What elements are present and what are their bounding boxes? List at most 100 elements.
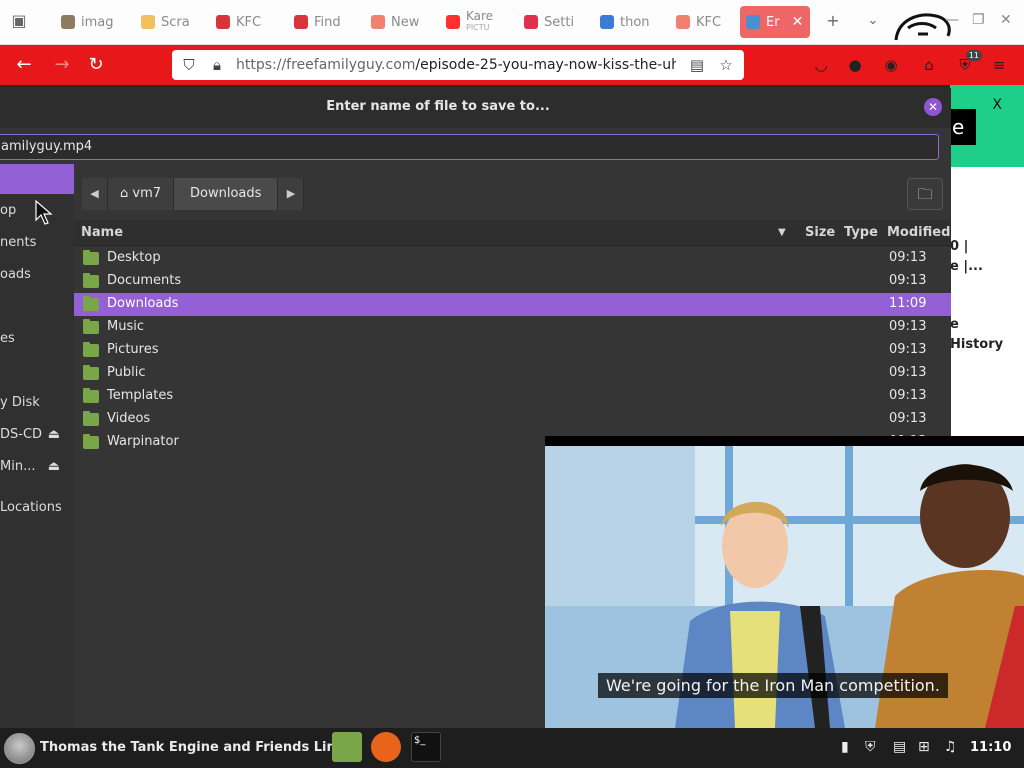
breadcrumb-current[interactable]: Downloads — [174, 178, 279, 210]
terminal-app-icon[interactable]: $_ — [411, 732, 441, 762]
notes-tray-icon[interactable]: ▤ — [893, 739, 906, 755]
browser-tab[interactable]: Setti — [518, 6, 582, 38]
dialog-title: Enter name of file to save to... — [326, 99, 550, 114]
browser-tab[interactable]: Find — [288, 6, 354, 38]
file-row[interactable]: Music 09:13 — [74, 316, 951, 339]
tab-label: New — [391, 14, 420, 30]
banner-close-icon[interactable]: X — [992, 97, 1002, 113]
extension-icon[interactable]: ◉ — [880, 54, 902, 76]
new-folder-button[interactable]: 🗀︎ — [907, 178, 943, 210]
file-row-modified: 09:13 — [889, 273, 927, 288]
file-row[interactable]: Templates 09:13 — [74, 385, 951, 408]
column-modified[interactable]: Modified — [887, 225, 950, 240]
tab-label: Kare — [466, 9, 494, 23]
mouse-cursor-icon — [35, 200, 53, 225]
tab-favicon-icon — [676, 15, 690, 29]
clipboard-icon[interactable]: ▮ — [841, 739, 849, 755]
shield-tray-icon[interactable]: ⛨ — [865, 739, 876, 755]
tab-favicon-icon — [216, 15, 230, 29]
active-window-title[interactable]: Thomas the Tank Engine and Friends Linux — [40, 740, 353, 755]
browser-tab[interactable]: New — [365, 6, 429, 38]
reader-view-icon[interactable]: ▤ — [688, 56, 706, 74]
dialog-close-button[interactable]: ✕ — [924, 98, 942, 116]
sidebar-place-item[interactable]: Min... ⏏ — [0, 452, 74, 482]
page-text-line: History — [950, 337, 1004, 352]
column-size[interactable]: Size — [805, 225, 835, 240]
tab-favicon-icon — [294, 15, 308, 29]
sidebar-place-item[interactable] — [0, 356, 74, 386]
sidebar-place-label: y Disk — [0, 395, 40, 410]
menu-hamburger-icon[interactable]: ≡ — [988, 54, 1010, 76]
file-row[interactable]: Downloads 11:09 — [74, 293, 951, 316]
browser-tab[interactable]: Kare PICTU — [440, 6, 510, 38]
column-name[interactable]: Name — [81, 225, 123, 240]
page-text-line: e — [950, 317, 959, 332]
column-type[interactable]: Type — [844, 225, 878, 240]
breadcrumb-home[interactable]: ⌂ vm7 — [108, 178, 175, 210]
shield-icon[interactable]: ⛉ — [180, 56, 198, 74]
file-row[interactable]: Documents 09:13 — [74, 270, 951, 293]
files-app-icon[interactable] — [332, 732, 362, 762]
network-icon[interactable]: ⊞ — [918, 739, 930, 755]
sidebar-place-item[interactable]: nents — [0, 228, 74, 258]
breadcrumb-left-arrow-icon[interactable]: ◀ — [82, 178, 108, 210]
sidebar-place-item[interactable]: oads — [0, 260, 74, 290]
places-sidebar: op nents oads es y Disk DS-CD ⏏ Min... ⏏ Location… — [0, 164, 74, 728]
banner-button[interactable]: e — [950, 109, 976, 145]
firefox-app-icon[interactable] — [371, 732, 401, 762]
file-row[interactable]: Videos 09:13 — [74, 408, 951, 431]
video-popout[interactable]: We're going for the Iron Man competition… — [545, 436, 1024, 728]
tab-sublabel: PICTU — [466, 23, 490, 32]
browser-tab[interactable]: Scra — [135, 6, 199, 38]
start-menu-avatar-icon[interactable] — [4, 733, 35, 764]
forward-arrow-icon[interactable]: → — [50, 53, 74, 77]
folder-icon — [83, 365, 99, 380]
file-row-name: Public — [107, 365, 146, 380]
folder-icon — [83, 434, 99, 449]
browser-tab[interactable]: KFC — [210, 6, 276, 38]
file-row[interactable]: Desktop 09:13 — [74, 247, 951, 270]
account-icon[interactable]: ● — [844, 54, 866, 76]
file-row[interactable]: Public 09:13 — [74, 362, 951, 385]
lock-icon[interactable]: 🔒︎ — [208, 56, 226, 74]
sound-icon[interactable]: ♫ — [944, 739, 957, 755]
url-bar[interactable]: ⛉ 🔒︎ https://freefamilyguy.com/episode-2… — [172, 50, 744, 80]
puzzle-extensions-icon[interactable]: ⌂ — [918, 54, 940, 76]
sidebar-place-item[interactable]: es — [0, 324, 74, 354]
sidebar-place-item[interactable] — [0, 292, 74, 322]
file-row-modified: 09:13 — [889, 342, 927, 357]
sidebar-place-item[interactable] — [0, 164, 74, 194]
minimize-window-button[interactable]: — — [945, 12, 959, 28]
clock[interactable]: 11:10 — [970, 740, 1011, 755]
sidebar-place-label: Min... — [0, 459, 36, 474]
eject-icon[interactable]: ⏏ — [48, 452, 60, 482]
tab-label: Scra — [161, 14, 190, 30]
browser-tab[interactable]: KFC — [670, 6, 734, 38]
browser-tab[interactable]: Er ✕ — [740, 6, 810, 38]
sidebar-place-item[interactable]: y Disk — [0, 388, 74, 418]
filename-input[interactable]: amilyguy.mp4 — [0, 134, 939, 160]
maximize-window-button[interactable]: ❐ — [972, 12, 985, 28]
firefox-view-icon[interactable]: ▣ — [8, 10, 30, 32]
ublock-icon[interactable]: ⛨ 11 — [954, 50, 982, 76]
url-text[interactable]: https://freefamilyguy.com/episode-25-you… — [236, 57, 676, 73]
sidebar-place-item[interactable]: Locations — [0, 493, 74, 523]
new-tab-button[interactable]: + — [822, 10, 844, 32]
file-row[interactable]: Pictures 09:13 — [74, 339, 951, 362]
tab-close-icon[interactable]: ✕ — [792, 14, 804, 30]
tab-list-chevron-icon[interactable]: ⌄ — [862, 10, 884, 32]
reload-icon[interactable]: ↻ — [84, 53, 108, 77]
eject-icon[interactable]: ⏏ — [48, 420, 60, 450]
pocket-icon[interactable]: ◡ — [810, 54, 832, 76]
bookmark-star-icon[interactable]: ☆ — [717, 56, 735, 74]
breadcrumb-right-arrow-icon[interactable]: ▶ — [278, 178, 305, 210]
browser-tab[interactable]: imag — [55, 6, 123, 38]
browser-tab[interactable]: thon — [594, 6, 658, 38]
sort-down-icon[interactable]: ▼ — [778, 227, 786, 238]
close-window-button[interactable]: ✕ — [1000, 12, 1012, 28]
sidebar-place-item[interactable]: DS-CD ⏏ — [0, 420, 74, 450]
back-arrow-icon[interactable]: ← — [12, 53, 36, 77]
folder-icon — [83, 273, 99, 288]
url-path: /episode-25-you-may-now-kiss-the-uh-guy-… — [415, 57, 676, 73]
sidebar-place-label: DS-CD — [0, 427, 43, 442]
